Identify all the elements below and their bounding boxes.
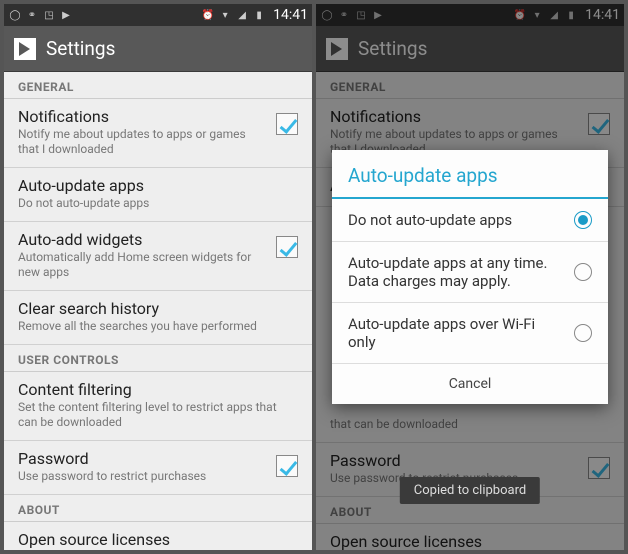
modal-overlay[interactable]: Auto-update apps Do not auto-update apps… (316, 4, 624, 550)
section-about: ABOUT (4, 495, 312, 522)
radio-icon (574, 324, 592, 342)
item-sub: Remove all the searches you have perform… (18, 319, 298, 334)
section-user-controls: USER CONTROLS (4, 345, 312, 372)
dialog-option-0[interactable]: Do not auto-update apps (332, 199, 608, 242)
item-sub: Set the content filtering level to restr… (18, 400, 298, 430)
item-open-source[interactable]: Open source licenses License details for… (4, 522, 312, 550)
phone-left: ◯ ⚭ ◳ ▶ ⏰ ▾ ◢ ▮ 14:41 Settings GENERAL N… (4, 4, 312, 550)
status-clock: 14:41 (273, 7, 308, 23)
item-title: Content filtering (18, 380, 298, 399)
alarm-icon: ⏰ (201, 8, 215, 22)
item-sub: Automatically add Home screen widgets fo… (18, 250, 266, 280)
radio-icon (574, 211, 592, 229)
item-sub: Notify me about updates to apps or games… (18, 127, 266, 157)
signal-icon: ◢ (235, 8, 249, 22)
dialog-option-2[interactable]: Auto-update apps over Wi-Fi only (332, 303, 608, 364)
item-auto-update[interactable]: Auto-update apps Do not auto-update apps (4, 168, 312, 222)
dialog-option-1[interactable]: Auto-update apps at any time. Data charg… (332, 242, 608, 303)
status-bar: ◯ ⚭ ◳ ▶ ⏰ ▾ ◢ ▮ 14:41 (4, 4, 312, 26)
settings-list[interactable]: GENERAL Notifications Notify me about up… (4, 72, 312, 550)
item-title: Password (18, 449, 266, 468)
item-sub: Do not auto-update apps (18, 196, 298, 211)
dialog-option-label: Auto-update apps over Wi-Fi only (348, 315, 564, 351)
wifi-icon: ▾ (218, 8, 232, 22)
page-title: Settings (46, 37, 115, 60)
item-auto-add-widgets[interactable]: Auto-add widgets Automatically add Home … (4, 222, 312, 291)
item-password[interactable]: Password Use password to restrict purcha… (4, 441, 312, 495)
checkbox-notifications[interactable] (276, 113, 298, 135)
dialog-option-label: Auto-update apps at any time. Data charg… (348, 254, 564, 290)
app-bar: Settings (4, 26, 312, 72)
play-store-icon[interactable] (14, 38, 36, 60)
phone-right: ◯ ⚭ ◳ ▶ ⏰ ▾ ◢ ▮ 14:41 Settings GENERAL N… (316, 4, 624, 550)
item-notifications[interactable]: Notifications Notify me about updates to… (4, 99, 312, 168)
dialog-option-label: Do not auto-update apps (348, 211, 564, 229)
item-title: Auto-update apps (18, 176, 298, 195)
picasa-icon: ◳ (42, 8, 56, 22)
item-title: Notifications (18, 107, 266, 126)
toast: Copied to clipboard (400, 477, 540, 504)
item-content-filtering[interactable]: Content filtering Set the content filter… (4, 372, 312, 441)
radio-icon (574, 263, 592, 281)
battery-icon: ▮ (252, 8, 266, 22)
item-title: Clear search history (18, 299, 298, 318)
cancel-button[interactable]: Cancel (332, 364, 608, 404)
play-notify-icon: ▶ (59, 8, 73, 22)
item-sub: Use password to restrict purchases (18, 469, 266, 484)
account-sync-icon: ◯ (8, 8, 22, 22)
link-icon: ⚭ (25, 8, 39, 22)
item-title: Auto-add widgets (18, 230, 266, 249)
item-title: Open source licenses (18, 530, 298, 549)
auto-update-dialog: Auto-update apps Do not auto-update apps… (332, 150, 608, 404)
checkbox-password[interactable] (276, 455, 298, 477)
dialog-title: Auto-update apps (332, 150, 608, 199)
section-general: GENERAL (4, 72, 312, 99)
checkbox-auto-add-widgets[interactable] (276, 236, 298, 258)
item-clear-search[interactable]: Clear search history Remove all the sear… (4, 291, 312, 345)
